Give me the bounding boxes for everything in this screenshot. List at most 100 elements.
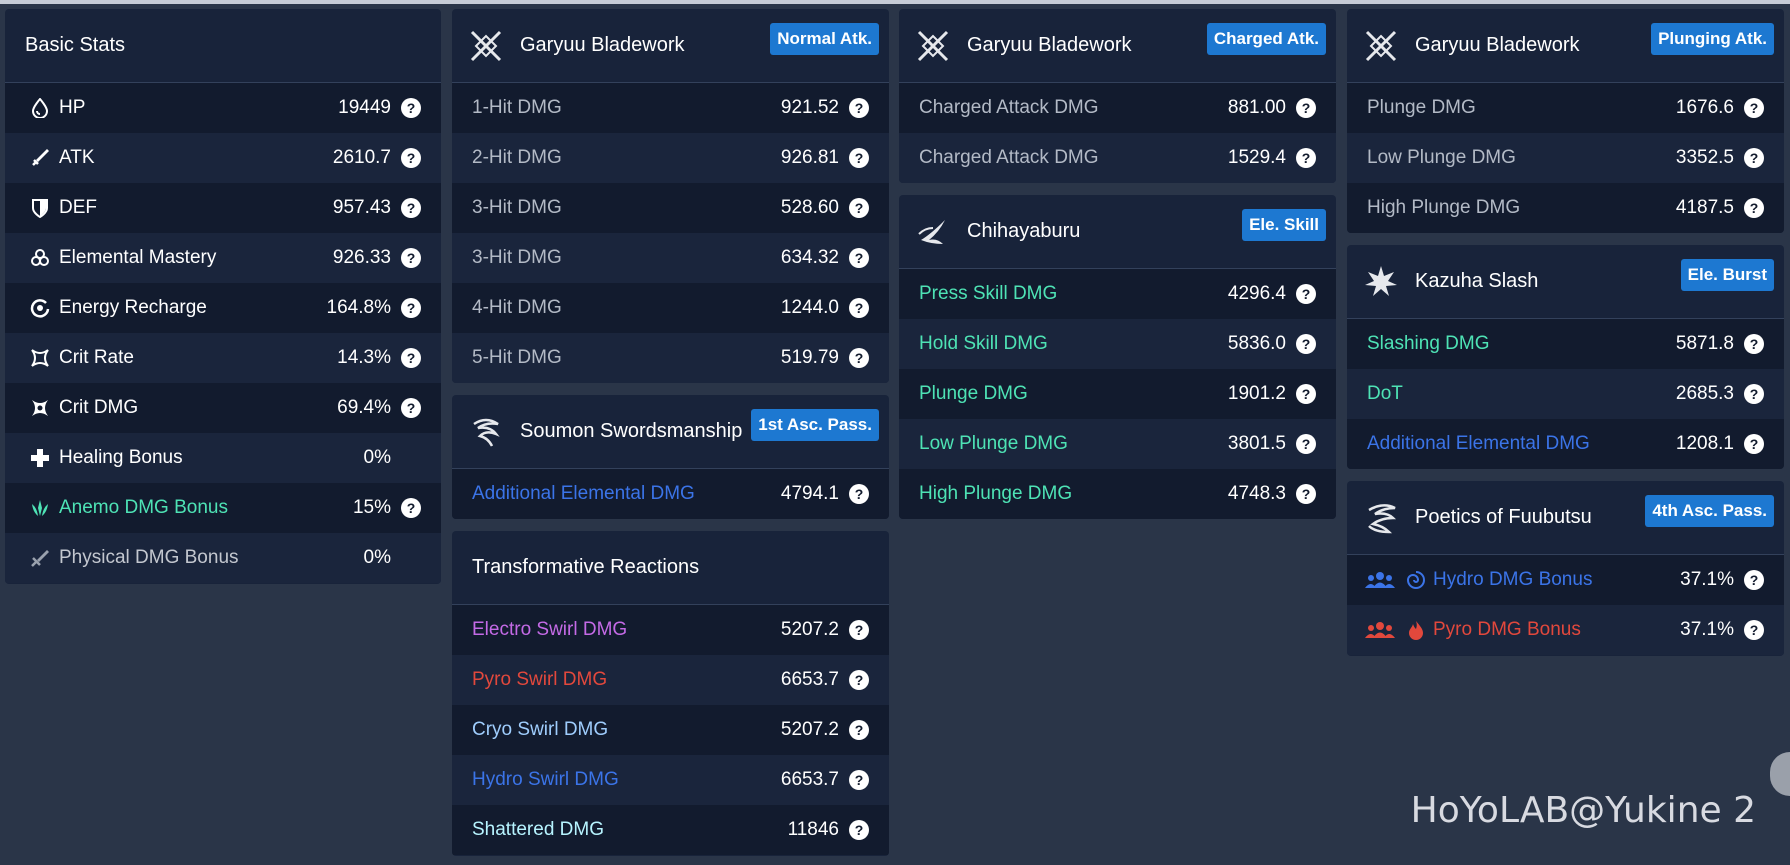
anemo-icon bbox=[29, 497, 51, 519]
help-icon[interactable]: ? bbox=[401, 498, 421, 518]
help-icon[interactable]: ? bbox=[401, 348, 421, 368]
stat-row-em: Elemental Mastery 926.33 ? bbox=[5, 233, 441, 283]
dmg-row: 4-Hit DMG 1244.0? bbox=[452, 283, 889, 333]
dmg-row: Plunge DMG 1901.2? bbox=[899, 369, 1336, 419]
dmg-label: Cryo Swirl DMG bbox=[472, 719, 609, 740]
plunging-attack-header: Garyuu Bladework Plunging Atk. bbox=[1347, 9, 1784, 83]
stat-value: 69.4% bbox=[337, 397, 391, 418]
stat-row-crit-rate: Crit Rate 14.3% ? bbox=[5, 333, 441, 383]
help-icon[interactable]: ? bbox=[1296, 384, 1316, 404]
healing-cross-icon bbox=[29, 447, 51, 469]
party-icon bbox=[1365, 569, 1395, 591]
help-icon[interactable]: ? bbox=[1744, 384, 1764, 404]
fourth-passive-header: Poetics of Fuubutsu 4th Asc. Pass. bbox=[1347, 481, 1784, 555]
help-icon[interactable]: ? bbox=[849, 820, 869, 840]
pyro-icon bbox=[1405, 619, 1427, 641]
help-icon[interactable]: ? bbox=[1744, 570, 1764, 590]
help-icon[interactable]: ? bbox=[1744, 148, 1764, 168]
maple-leaf-skill-icon bbox=[1361, 262, 1401, 302]
help-icon[interactable]: ? bbox=[849, 198, 869, 218]
help-icon[interactable]: ? bbox=[849, 298, 869, 318]
def-shield-icon bbox=[29, 197, 51, 219]
party-icon bbox=[1365, 619, 1395, 641]
stat-row-healing: Healing Bonus 0% bbox=[5, 433, 441, 483]
dmg-row: High Plunge DMG 4748.3? bbox=[899, 469, 1336, 519]
help-icon[interactable]: ? bbox=[1744, 98, 1764, 118]
basic-stats-title: Basic Stats bbox=[25, 34, 126, 56]
stat-label: DEF bbox=[59, 197, 97, 218]
dmg-row: Charged Attack DMG 1529.4? bbox=[899, 133, 1336, 183]
dmg-label: Slashing DMG bbox=[1367, 333, 1490, 354]
help-icon[interactable]: ? bbox=[401, 398, 421, 418]
dmg-label: 4-Hit DMG bbox=[472, 297, 562, 318]
help-icon[interactable]: ? bbox=[1744, 198, 1764, 218]
help-icon[interactable]: ? bbox=[1296, 148, 1316, 168]
dmg-value: 37.1% bbox=[1680, 569, 1734, 590]
dmg-value: 1676.6 bbox=[1675, 97, 1734, 118]
top-border bbox=[0, 0, 1790, 4]
help-icon[interactable]: ? bbox=[849, 248, 869, 268]
dmg-value: 3801.5 bbox=[1227, 433, 1286, 454]
plunging-atk-badge: Plunging Atk. bbox=[1651, 23, 1774, 55]
skill-title: Soumon Swordsmanship bbox=[520, 420, 743, 442]
ele-skill-header: Chihayaburu Ele. Skill bbox=[899, 195, 1336, 269]
help-icon[interactable]: ? bbox=[401, 298, 421, 318]
dmg-row: 1-Hit DMG 921.52? bbox=[452, 83, 889, 133]
dmg-label: High Plunge DMG bbox=[1367, 197, 1521, 218]
stat-value: 164.8% bbox=[326, 297, 391, 318]
dmg-label: Low Plunge DMG bbox=[1367, 147, 1516, 168]
dmg-label: Press Skill DMG bbox=[919, 283, 1058, 304]
stat-row-crit-dmg: Crit DMG 69.4% ? bbox=[5, 383, 441, 433]
dmg-value: 634.32 bbox=[780, 247, 839, 268]
help-icon[interactable]: ? bbox=[849, 620, 869, 640]
dmg-value: 5836.0 bbox=[1227, 333, 1286, 354]
help-icon[interactable]: ? bbox=[1296, 98, 1316, 118]
dmg-row: Electro Swirl DMG 5207.2? bbox=[452, 605, 889, 655]
dmg-row: High Plunge DMG 4187.5? bbox=[1347, 183, 1784, 233]
help-icon[interactable]: ? bbox=[401, 248, 421, 268]
stat-value: 15% bbox=[352, 497, 391, 518]
dmg-row: Pyro Swirl DMG 6653.7? bbox=[452, 655, 889, 705]
help-icon[interactable]: ? bbox=[849, 484, 869, 504]
help-icon[interactable]: ? bbox=[849, 770, 869, 790]
help-icon[interactable]: ? bbox=[1296, 484, 1316, 504]
first-passive-header: Soumon Swordsmanship 1st Asc. Pass. bbox=[452, 395, 889, 469]
help-icon[interactable]: ? bbox=[1744, 620, 1764, 640]
dmg-label: Plunge DMG bbox=[1367, 97, 1476, 118]
energy-recharge-icon bbox=[29, 297, 51, 319]
first-passive-card: Soumon Swordsmanship 1st Asc. Pass. Addi… bbox=[452, 395, 889, 519]
help-icon[interactable]: ? bbox=[849, 720, 869, 740]
dmg-label: Plunge DMG bbox=[919, 383, 1028, 404]
help-icon[interactable]: ? bbox=[849, 670, 869, 690]
atk-sword-icon bbox=[29, 147, 51, 169]
help-icon[interactable]: ? bbox=[401, 198, 421, 218]
dmg-label: 5-Hit DMG bbox=[472, 347, 562, 368]
dmg-label: Hydro Swirl DMG bbox=[472, 769, 619, 790]
transformative-title: Transformative Reactions bbox=[472, 556, 700, 578]
dmg-value: 6653.7 bbox=[780, 669, 839, 690]
dmg-label: 1-Hit DMG bbox=[472, 97, 562, 118]
dmg-label: Shattered DMG bbox=[472, 819, 604, 840]
help-icon[interactable]: ? bbox=[1744, 334, 1764, 354]
stat-label: Crit DMG bbox=[59, 397, 139, 418]
stat-row-er: Energy Recharge 164.8% ? bbox=[5, 283, 441, 333]
dmg-label: Additional Elemental DMG bbox=[1367, 433, 1590, 454]
dmg-row: Charged Attack DMG 881.00? bbox=[899, 83, 1336, 133]
help-icon[interactable]: ? bbox=[1296, 284, 1316, 304]
normal-attack-header: Garyuu Bladework Normal Atk. bbox=[452, 9, 889, 83]
help-icon[interactable]: ? bbox=[1744, 434, 1764, 454]
skill-title: Garyuu Bladework bbox=[967, 34, 1132, 56]
stat-value: 0% bbox=[363, 447, 391, 468]
help-icon[interactable]: ? bbox=[1296, 434, 1316, 454]
help-icon[interactable]: ? bbox=[401, 148, 421, 168]
help-icon[interactable]: ? bbox=[849, 148, 869, 168]
help-icon[interactable]: ? bbox=[1296, 334, 1316, 354]
dmg-label: Charged Attack DMG bbox=[919, 97, 1099, 118]
help-icon[interactable]: ? bbox=[849, 98, 869, 118]
help-icon[interactable]: ? bbox=[849, 348, 869, 368]
scroll-to-top-button[interactable] bbox=[1770, 752, 1790, 796]
help-icon[interactable]: ? bbox=[401, 98, 421, 118]
dmg-label: High Plunge DMG bbox=[919, 483, 1073, 504]
stat-label: Physical DMG Bonus bbox=[59, 547, 239, 568]
basic-stats-header: Basic Stats bbox=[5, 9, 441, 83]
